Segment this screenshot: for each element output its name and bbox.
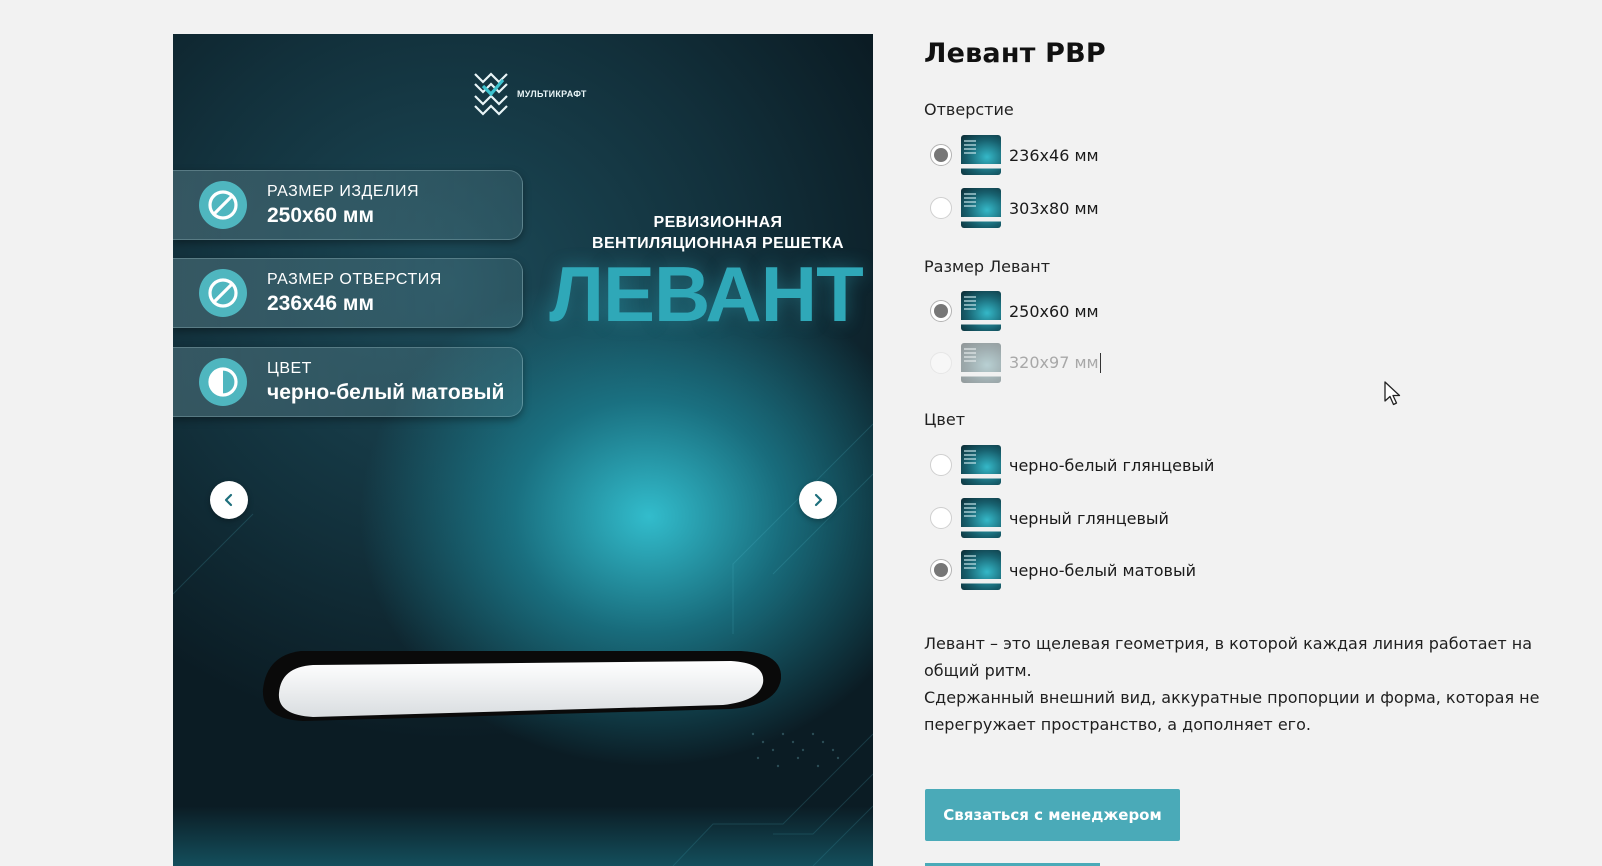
spec-label: ЦВЕТ	[267, 359, 312, 377]
radio-button[interactable]	[930, 507, 952, 529]
option-label: 250x60 мм	[1009, 301, 1099, 321]
product-description: Левант – это щелевая геометрия, в которо…	[924, 630, 1584, 738]
chevron-left-icon	[224, 493, 233, 507]
chevron-right-icon	[814, 493, 823, 507]
contrast-icon	[199, 358, 247, 406]
banner-headline-line: РЕВИЗИОННАЯ	[653, 214, 783, 231]
option-label: 303x80 мм	[1009, 198, 1099, 218]
spec-value: 236x46 мм	[267, 291, 374, 315]
option-label: 236x46 мм	[1009, 145, 1099, 165]
radio-button[interactable]	[930, 300, 952, 322]
mouse-cursor-icon	[1384, 381, 1401, 406]
diameter-icon	[199, 269, 247, 317]
option-thumbnail	[961, 135, 1001, 175]
banner-headline: РЕВИЗИОННАЯ ВЕНТИЛЯЦИОННАЯ РЕШЕТКА	[563, 212, 873, 254]
option-label-text: 320x97 мм	[1009, 352, 1099, 372]
option-color-black-glossy[interactable]: черный глянцевый	[930, 498, 1169, 538]
option-opening-303x80[interactable]: 303x80 мм	[930, 188, 1099, 228]
option-thumbnail	[961, 188, 1001, 228]
option-label: черный глянцевый	[1009, 508, 1169, 528]
option-thumbnail	[961, 550, 1001, 590]
radio-button[interactable]	[930, 144, 952, 166]
option-color-black-white-glossy[interactable]: черно-белый глянцевый	[930, 445, 1214, 485]
brand-logo-icon	[474, 72, 508, 116]
diameter-icon	[199, 181, 247, 229]
spec-card-opening-size: РАЗМЕР ОТВЕРСТИЯ 236x46 мм	[173, 258, 523, 328]
option-size-320x97: 320x97 мм	[930, 343, 1101, 383]
radio-button	[930, 352, 952, 374]
spec-card-product-size: РАЗМЕР ИЗДЕЛИЯ 250x60 мм	[173, 170, 523, 240]
text-caret	[1099, 353, 1101, 374]
brand-name: МУЛЬТИКРАФТ	[517, 89, 587, 99]
option-label: черно-белый глянцевый	[1009, 455, 1215, 475]
grille-product-illustration	[262, 651, 781, 721]
option-thumbnail	[961, 291, 1001, 331]
spec-label: РАЗМЕР ОТВЕРСТИЯ	[267, 270, 442, 288]
option-group-label-color: Цвет	[924, 410, 966, 429]
brand-logo: МУЛЬТИКРАФТ	[473, 70, 587, 118]
option-size-250x60[interactable]: 250x60 мм	[930, 291, 1099, 331]
carousel-prev-button[interactable]	[210, 481, 248, 519]
contact-manager-button[interactable]: Связаться с менеджером	[925, 789, 1180, 841]
decorative-lines	[173, 423, 873, 866]
option-thumbnail	[961, 498, 1001, 538]
option-thumbnail	[961, 343, 1001, 383]
spec-label: РАЗМЕР ИЗДЕЛИЯ	[267, 182, 420, 200]
banner-product-name: ЛЕВАНТ	[549, 250, 864, 338]
option-label: 320x97 мм	[1009, 353, 1101, 374]
product-title: Левант РВР	[924, 38, 1106, 69]
spec-card-color: ЦВЕТ черно-белый матовый	[173, 347, 523, 417]
option-color-black-white-matte[interactable]: черно-белый матовый	[930, 550, 1196, 590]
description-paragraph: Левант – это щелевая геометрия, в которо…	[924, 634, 1533, 680]
carousel-next-button[interactable]	[799, 481, 837, 519]
option-label: черно-белый матовый	[1009, 560, 1196, 580]
radio-button[interactable]	[930, 559, 952, 581]
radio-button[interactable]	[930, 454, 952, 476]
description-paragraph: Сдержанный внешний вид, аккуратные пропо…	[924, 688, 1540, 734]
option-thumbnail	[961, 445, 1001, 485]
option-group-label-size: Размер Левант	[924, 257, 1051, 276]
radio-button[interactable]	[930, 197, 952, 219]
product-image-carousel: МУЛЬТИКРАФТ РАЗМЕР ИЗДЕЛИЯ 250x60 мм РАЗ…	[173, 34, 873, 866]
spec-value: черно-белый матовый	[267, 380, 505, 404]
spec-value: 250x60 мм	[267, 203, 374, 227]
option-group-label-opening: Отверстие	[924, 100, 1014, 119]
option-opening-236x46[interactable]: 236x46 мм	[930, 135, 1099, 175]
